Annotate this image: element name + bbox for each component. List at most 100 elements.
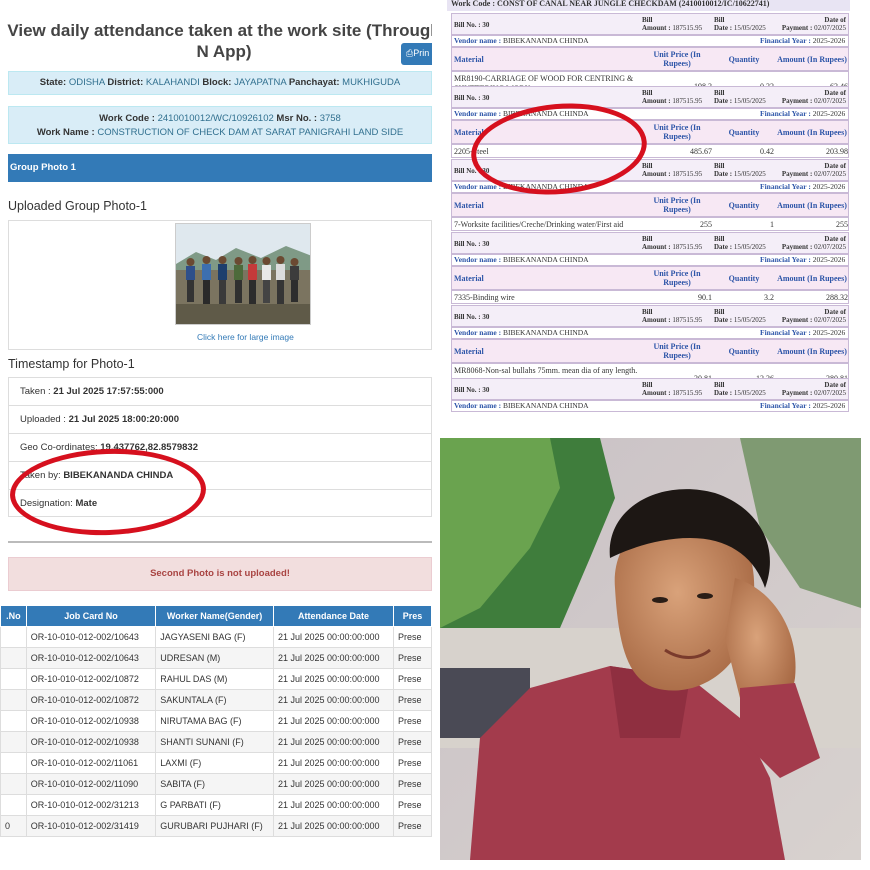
payment-date: Date of Payment : 02/07/2025 (781, 162, 846, 178)
table-row: OR-10-010-012-002/10643 UDRESAN (M) 21 Jul… (0, 647, 432, 669)
cell-present: Prese (393, 647, 432, 669)
vendor-name: BIBEKANANDA CHINDA (502, 36, 589, 45)
cell-present: Prese (393, 668, 432, 690)
col-no[interactable]: .No (0, 605, 27, 627)
payment-date: Date of Payment : 02/07/2025 (781, 381, 846, 397)
cell-worker-name: G PARBATI (F) (155, 794, 274, 816)
table-row: 0 OR-10-010-012-002/31419 GURUBARI PUJHARI… (0, 815, 432, 837)
page-title: View daily attendance taken at the work … (7, 21, 432, 61)
financial-year: 2025-2026 (812, 401, 846, 410)
bill-row: Bill No. : 30 Bill Amount : 187515.95 Bill D… (451, 13, 849, 35)
cell-attendance-date: 21 Jul 2025 00:00:00:000 (272, 731, 395, 753)
cell-job-card: OR-10-010-012-002/31213 (25, 794, 157, 816)
financial-year: 2025-2026 (812, 255, 846, 264)
material-name: MR8068-Non-sal bullahs 75mm. mean dia of… (454, 366, 638, 375)
table-row: OR-10-010-012-002/11061 LAXMI (F) 21 Jul 2… (0, 752, 432, 774)
bill-row: Bill No. : 30 Bill Amount : 187515.95 Bill D… (451, 305, 849, 327)
col-attendance-date[interactable]: Attendance Date (272, 605, 395, 627)
cell-worker-name: JAGYASENI BAG (F) (155, 626, 274, 648)
cell-attendance-date: 21 Jul 2025 00:00:00:000 (272, 815, 395, 837)
amount: 288.32 (826, 293, 848, 302)
group-photo-panel: Click here for large image (8, 220, 432, 350)
person-photo (440, 438, 861, 860)
taken-row: Taken : 21 Jul 2025 17:57:55:000 (9, 378, 432, 406)
col-job-card[interactable]: Job Card No (25, 605, 157, 627)
vendor-row: Vendor name : BIBEKANANDA CHINDA Financia… (451, 327, 849, 339)
table-row: OR-10-010-012-002/10643 JAGYASENI BAG (F)… (0, 626, 432, 648)
cell-present: Prese (393, 815, 432, 837)
material-item-row: 7335-Binding wire 90.1 3.2 288.32 (451, 290, 849, 304)
quantity: 0.42 (760, 147, 774, 156)
cell-no (0, 794, 27, 816)
col-present[interactable]: Pres (393, 605, 432, 627)
table-row: OR-10-010-012-002/10938 SHANTI SUNANI (F)… (0, 731, 432, 753)
unit-price: 90.1 (698, 293, 712, 302)
group-photo-header[interactable]: Group Photo 1 (8, 154, 432, 182)
cell-no (0, 752, 27, 774)
bill-row: Bill No. : 30 Bill Amount : 187515.95 Bill D… (451, 232, 849, 254)
cell-no (0, 710, 27, 732)
bill-date: Bill Date : 15/05/2025 (714, 162, 766, 178)
financial-year: 2025-2026 (812, 36, 846, 45)
cell-no (0, 647, 27, 669)
cell-job-card: OR-10-010-012-002/31419 (25, 815, 157, 837)
bill-amount: Bill Amount : 187515.95 (642, 381, 703, 397)
cell-present: Prese (393, 626, 432, 648)
bill-no: Bill No. : 30 (454, 386, 490, 394)
material-header-row: Material Unit Price (In Rupees) Quantity Am… (451, 47, 849, 71)
vendor-name: BIBEKANANDA CHINDA (502, 328, 589, 337)
bill-date: Bill Date : 15/05/2025 (714, 16, 766, 32)
bill-date: Bill Date : 15/05/2025 (714, 235, 766, 251)
cell-attendance-date: 21 Jul 2025 00:00:00:000 (272, 647, 395, 669)
attendance-panel: View daily attendance taken at the work … (0, 0, 432, 840)
section-divider (8, 541, 432, 543)
payment-date: Date of Payment : 02/07/2025 (781, 16, 846, 32)
bill-no: Bill No. : 30 (454, 21, 490, 29)
uploaded-photo-title: Uploaded Group Photo-1 (8, 199, 147, 213)
material-block: Bill No. : 30 Bill Amount : 187515.95 Bill D… (451, 378, 849, 432)
payment-date: Date of Payment : 02/07/2025 (781, 235, 846, 251)
payment-date: Date of Payment : 02/07/2025 (781, 308, 846, 324)
bill-amount: Bill Amount : 187515.95 (642, 16, 703, 32)
cell-no (0, 689, 27, 711)
material-header-row: Material Unit Price (In Rupees) Quantity Am… (451, 193, 849, 217)
material-bill-panel: Work Code : CONST OF CANAL NEAR JUNGLE C… (447, 0, 850, 432)
unit-price: 485.67 (690, 147, 712, 156)
cell-present: Prese (393, 731, 432, 753)
large-image-link[interactable]: Click here for large image (197, 332, 294, 342)
quantity: 1 (770, 220, 774, 229)
photo-missing-alert: Second Photo is not uploaded! (8, 557, 432, 591)
cell-present: Prese (393, 794, 432, 816)
table-row: OR-10-010-012-002/10938 NIRUTAMA BAG (F) 2… (0, 710, 432, 732)
amount: 203.98 (826, 147, 848, 156)
attendance-table: .No Job Card No Worker Name(Gender) Atte… (0, 605, 432, 837)
bill-date: Bill Date : 15/05/2025 (714, 89, 766, 105)
cell-job-card: OR-10-010-012-002/10872 (25, 668, 157, 690)
cell-present: Prese (393, 752, 432, 774)
cell-attendance-date: 21 Jul 2025 00:00:00:000 (272, 689, 395, 711)
cell-no (0, 773, 27, 795)
material-name: 7-Worksite facilities/Creche/Drinking wa… (454, 220, 624, 229)
cell-attendance-date: 21 Jul 2025 00:00:00:000 (272, 668, 395, 690)
cell-no (0, 626, 27, 648)
table-row: OR-10-010-012-002/11090 SABITA (F) 21 Jul … (0, 773, 432, 795)
uploaded-row: Uploaded : 21 Jul 2025 18:00:20:000 (9, 406, 432, 434)
table-row: OR-10-010-012-002/10872 SAKUNTALA (F) 21 J… (0, 689, 432, 711)
vendor-name: BIBEKANANDA CHINDA (502, 401, 589, 410)
financial-year: 2025-2026 (812, 182, 846, 191)
cell-job-card: OR-10-010-012-002/10872 (25, 689, 157, 711)
group-photo[interactable] (175, 223, 311, 325)
cell-no: 0 (0, 815, 27, 837)
print-button[interactable]: ⎙Prin (401, 43, 432, 65)
quantity: 3.2 (764, 293, 774, 302)
col-worker-name[interactable]: Worker Name(Gender) (155, 605, 274, 627)
cell-present: Prese (393, 773, 432, 795)
cell-job-card: OR-10-010-012-002/10938 (25, 731, 157, 753)
cell-no (0, 731, 27, 753)
cell-attendance-date: 21 Jul 2025 00:00:00:000 (272, 626, 395, 648)
cell-job-card: OR-10-010-012-002/10643 (25, 647, 157, 669)
cell-worker-name: LAXMI (F) (155, 752, 274, 774)
cell-worker-name: NIRUTAMA BAG (F) (155, 710, 274, 732)
cell-attendance-date: 21 Jul 2025 00:00:00:000 (272, 710, 395, 732)
bill-amount: Bill Amount : 187515.95 (642, 89, 703, 105)
